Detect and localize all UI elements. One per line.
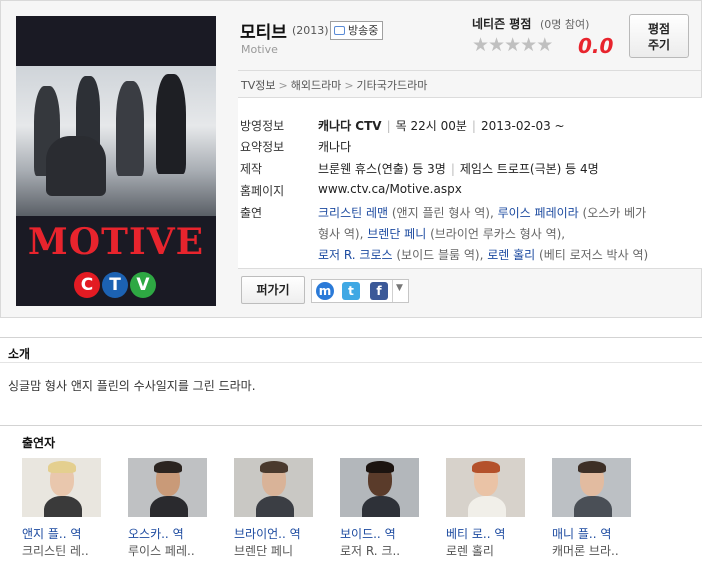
star-icon[interactable]: ★ — [472, 34, 489, 56]
cast-actor-link[interactable]: 브렌단 페니 — [367, 227, 426, 241]
cast-section-title: 출연자 — [22, 436, 56, 450]
cast-actor-link[interactable]: 루이스 페레이라 — [498, 206, 579, 220]
star-icon[interactable]: ★ — [488, 34, 505, 56]
cast-role-link[interactable]: 매니 플.. 역 — [552, 525, 611, 542]
cast-role: (베티 로저스 박사 역) — [535, 248, 649, 262]
cast-role-link[interactable]: 앤지 플.. 역 — [22, 525, 81, 542]
cast-role: (오스카 베가 — [578, 206, 647, 220]
chevron-down-icon[interactable]: ▼ — [396, 283, 403, 293]
cast-actor-name[interactable]: 크리스틴 레.. — [22, 542, 89, 559]
cast-photo[interactable] — [128, 458, 207, 517]
broadcast-time: 목 22시 00분 — [395, 119, 467, 133]
cast-actor-name[interactable]: 브렌단 페니 — [234, 542, 293, 559]
production-writer: 제임스 트로프(극본) 등 4명 — [459, 162, 599, 176]
twitter-icon[interactable]: t — [342, 282, 360, 300]
onair-label: 방송중 — [348, 24, 379, 37]
cast-role: (보이드 블룸 역), — [392, 248, 488, 262]
cast-role-link[interactable]: 베티 로.. 역 — [446, 525, 505, 542]
cast-actor-name[interactable]: 로렌 홀리 — [446, 542, 494, 559]
cast-card[interactable]: 베티 로.. 역 로렌 홀리 — [446, 458, 536, 558]
rate-button[interactable]: 평점주기 — [629, 14, 689, 58]
cast-label: 출연 — [240, 206, 263, 220]
star-icon[interactable]: ★ — [536, 34, 553, 56]
ctv-logo: CTV — [74, 272, 158, 300]
divider — [238, 70, 702, 71]
divider — [0, 337, 702, 338]
sns-share-group: m t f ▼ — [311, 279, 409, 303]
broadcast-date: 2013-02-03 ~ — [480, 119, 565, 133]
breadcrumb: TV정보 > 해외드라마 > 기타국가드라마 — [241, 77, 427, 93]
production-label: 제작 — [240, 162, 263, 176]
cast-card[interactable]: 보이드.. 역 로저 R. 크.. — [340, 458, 430, 558]
rating-label: 네티즌 평점 — [472, 17, 532, 31]
show-poster[interactable]: MOTIVE CTV — [16, 16, 216, 306]
chevron-right-icon: > — [278, 79, 288, 92]
divider — [0, 362, 702, 363]
cast-actor-name[interactable]: 루이스 페레.. — [128, 542, 195, 559]
tv-icon — [334, 26, 345, 35]
cast-role: (브라이언 루카스 형사 역), — [426, 227, 566, 241]
rating-score: 0.0 — [578, 34, 614, 58]
ctv-letter: T — [102, 272, 128, 298]
onair-badge: 방송중 — [330, 21, 384, 40]
ctv-letter: V — [130, 272, 156, 298]
rating-count: (0명 참여) — [540, 18, 590, 31]
me2day-icon[interactable]: m — [316, 282, 334, 300]
show-year: (2013) — [292, 24, 329, 37]
show-title: 모티브 — [240, 23, 287, 43]
cast-role-link[interactable]: 보이드.. 역 — [340, 525, 396, 542]
cast-photo[interactable] — [22, 458, 101, 517]
production-director: 브룬웬 휴스(연출) 등 3명 — [318, 162, 446, 176]
intro-text: 싱글맘 형사 앤지 플린의 수사일지를 그린 드라마. — [8, 379, 256, 393]
summary-label: 요약정보 — [240, 140, 285, 154]
rate-button-line2: 주기 — [647, 38, 671, 52]
breadcrumb-item[interactable]: TV정보 — [241, 79, 275, 92]
cast-card[interactable]: 브라이언.. 역 브렌단 페니 — [234, 458, 324, 558]
intro-title: 소개 — [8, 347, 31, 361]
cast-actor-link[interactable]: 로저 R. 크로스 — [318, 248, 393, 262]
poster-scene — [16, 66, 216, 216]
cast-actor-link[interactable]: 로렌 홀리 — [487, 248, 535, 262]
cast-role: (앤지 플린 형사 역), — [388, 206, 498, 220]
cast-photo[interactable] — [340, 458, 419, 517]
cast-actor-name[interactable]: 캐머론 브라.. — [552, 542, 619, 559]
divider — [0, 425, 702, 426]
homepage-label: 홈페이지 — [240, 184, 285, 198]
cast-photo[interactable] — [234, 458, 313, 517]
rating-stars[interactable]: ★★★★★ — [472, 34, 553, 56]
broadcast-channel: 캐나다 CTV — [318, 119, 382, 133]
summary-value: 캐나다 — [318, 140, 352, 154]
share-button[interactable]: 퍼가기 — [241, 276, 305, 304]
facebook-icon[interactable]: f — [370, 282, 388, 300]
cast-photo[interactable] — [446, 458, 525, 517]
cast-role-link[interactable]: 브라이언.. 역 — [234, 525, 301, 542]
cast-photo[interactable] — [552, 458, 631, 517]
star-icon[interactable]: ★ — [520, 34, 537, 56]
homepage-link[interactable]: www.ctv.ca/Motive.aspx — [318, 182, 462, 196]
rate-button-line1: 평점 — [647, 22, 671, 36]
ctv-letter: C — [74, 272, 100, 298]
cast-role: 형사 역), — [318, 227, 368, 241]
cast-card[interactable]: 앤지 플.. 역 크리스틴 레.. — [22, 458, 112, 558]
chevron-right-icon: > — [344, 79, 354, 92]
breadcrumb-item[interactable]: 해외드라마 — [291, 79, 342, 92]
star-icon[interactable]: ★ — [504, 34, 521, 56]
cast-role-link[interactable]: 오스카.. 역 — [128, 525, 184, 542]
cast-card[interactable]: 오스카.. 역 루이스 페레.. — [128, 458, 218, 558]
details-panel: 방영정보 캐나다 CTV | 목 22시 00분 | 2013-02-03 ~ 요약정보… — [238, 97, 702, 269]
cast-actor-link[interactable]: 크리스틴 레맨 — [318, 206, 388, 220]
broadcast-label: 방영정보 — [240, 119, 285, 133]
breadcrumb-item[interactable]: 기타국가드라마 — [357, 79, 428, 92]
poster-title: MOTIVE — [27, 221, 205, 263]
original-title: Motive — [241, 43, 278, 56]
cast-card[interactable]: 매니 플.. 역 캐머론 브라.. — [552, 458, 642, 558]
cast-actor-name[interactable]: 로저 R. 크.. — [340, 542, 400, 559]
